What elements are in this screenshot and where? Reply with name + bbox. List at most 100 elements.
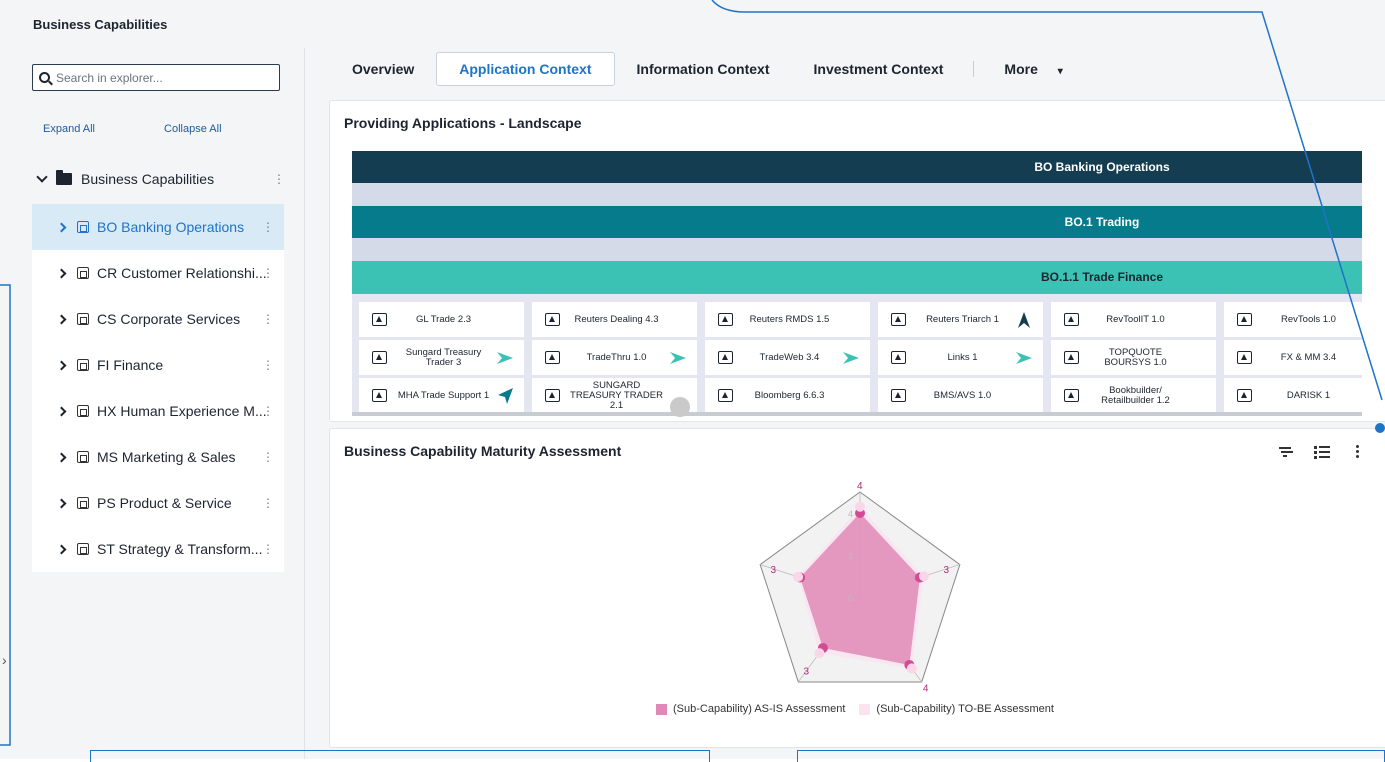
radar-scale-tick: 2: [848, 551, 853, 561]
application-icon: [718, 313, 733, 326]
more-options-icon[interactable]: ⋮: [262, 404, 274, 418]
application-icon: [1237, 389, 1252, 402]
collapse-all-link[interactable]: Collapse All: [164, 123, 221, 135]
scroll-handle[interactable]: [670, 397, 690, 417]
chevron-right-icon[interactable]: [56, 498, 67, 508]
application-tile[interactable]: Reuters Dealing 4.3: [532, 302, 697, 337]
tree-item[interactable]: MS Marketing & Sales ⋮: [32, 434, 284, 480]
application-tile[interactable]: TradeWeb 3.4: [705, 340, 870, 375]
more-options-icon[interactable]: ⋮: [262, 542, 274, 556]
capability-band-level1[interactable]: BO Banking Operations: [352, 151, 1362, 183]
landscape-title: Providing Applications - Landscape: [344, 115, 582, 131]
application-tile[interactable]: Reuters Triarch 1: [878, 302, 1043, 337]
tree-item[interactable]: CS Corporate Services ⋮: [32, 296, 284, 342]
maturity-title: Business Capability Maturity Assessment: [344, 443, 622, 459]
tab-overview[interactable]: Overview: [330, 53, 436, 85]
chevron-down-icon[interactable]: [36, 171, 48, 183]
capability-icon: [77, 221, 89, 233]
legend-swatch-to-be: [859, 703, 871, 715]
capability-icon: [77, 451, 89, 463]
capability-icon: [77, 543, 89, 555]
search-field[interactable]: [32, 64, 280, 91]
tab-investment-context[interactable]: Investment Context: [792, 53, 966, 85]
application-icon: [1237, 351, 1252, 364]
more-options-icon[interactable]: [1350, 445, 1366, 459]
application-tile[interactable]: RevToolIT 1.0: [1051, 302, 1216, 337]
chart-legend: (Sub-Capability) AS-IS Assessment (Sub-C…: [656, 703, 1068, 715]
tree-item[interactable]: FI Finance ⋮: [32, 342, 284, 388]
application-tile[interactable]: TOPQUOTE BOURSYS 1.0: [1051, 340, 1216, 375]
trend-placeholder: [1361, 311, 1362, 329]
more-options-icon[interactable]: ⋮: [262, 358, 274, 372]
tree-item-label: CR Customer Relationshi...: [97, 265, 267, 281]
application-tile[interactable]: RevTools 1.0: [1224, 302, 1362, 337]
application-tile[interactable]: Reuters RMDS 1.5: [705, 302, 870, 337]
more-options-icon[interactable]: ⋮: [262, 450, 274, 464]
application-icon: [891, 351, 906, 364]
application-tile[interactable]: Links 1: [878, 340, 1043, 375]
more-options-icon[interactable]: ⋮: [262, 496, 274, 510]
trend-arrow-icon: [1190, 351, 1204, 364]
tab-more-label: More: [1004, 61, 1038, 77]
application-tile[interactable]: BMS/AVS 1.0: [878, 378, 1043, 413]
tree-item[interactable]: BO Banking Operations ⋮: [32, 204, 284, 250]
chevron-right-icon[interactable]: [56, 268, 67, 278]
application-tile[interactable]: Bloomberg 6.6.3: [705, 378, 870, 413]
tree-item-label: HX Human Experience M...: [97, 403, 267, 419]
tab-application-context[interactable]: Application Context: [436, 52, 615, 86]
more-options-icon[interactable]: ⋮: [262, 266, 274, 280]
trend-arrow-icon: [498, 313, 512, 326]
tree-item[interactable]: ST Strategy & Transform... ⋮: [32, 526, 284, 572]
application-tile[interactable]: Bookbuilder/ Retailbuilder 1.2: [1051, 378, 1216, 413]
application-name: RevTools 1.0: [1281, 313, 1336, 325]
application-name: RevToolIT 1.0: [1106, 313, 1165, 325]
tree-item[interactable]: HX Human Experience M... ⋮: [32, 388, 284, 434]
application-name: Bloomberg 6.6.3: [754, 389, 825, 401]
chevron-right-icon[interactable]: [56, 222, 67, 232]
application-name: Reuters Dealing 4.3: [574, 313, 659, 325]
capability-band-level3-label: BO.1.1 Trade Finance: [1040, 270, 1164, 284]
tree-item-label: FI Finance: [97, 357, 164, 373]
application-tile[interactable]: GL Trade 2.3: [359, 302, 524, 337]
list-icon[interactable]: [1314, 445, 1330, 459]
application-tile[interactable]: TradeThru 1.0: [532, 340, 697, 375]
capability-icon: [77, 267, 89, 279]
application-icon: [1064, 389, 1079, 402]
chevron-right-icon[interactable]: [56, 406, 67, 416]
horizontal-scrollbar[interactable]: [352, 412, 1362, 416]
tree-item[interactable]: CR Customer Relationshi... ⋮: [32, 250, 284, 296]
capability-band-level3[interactable]: BO.1.1 Trade Finance: [352, 261, 1362, 294]
more-options-icon[interactable]: ⋮: [262, 220, 274, 234]
more-options-icon[interactable]: ⋮: [262, 312, 274, 326]
chevron-right-icon[interactable]: [56, 360, 67, 370]
radar-point-label: 3: [944, 565, 950, 576]
expand-all-link[interactable]: Expand All: [43, 123, 95, 135]
application-tile[interactable]: Sungard Treasury Trader 3: [359, 340, 524, 375]
tree-item[interactable]: PS Product & Service ⋮: [32, 480, 284, 526]
search-input[interactable]: [56, 70, 256, 85]
chevron-right-icon[interactable]: [56, 544, 67, 554]
trend-arrow-icon: [497, 351, 513, 364]
filter-icon[interactable]: [1278, 445, 1294, 459]
radar-point: [906, 663, 917, 674]
application-tile[interactable]: FX & MM 3.4: [1224, 340, 1362, 375]
chevron-right-icon[interactable]: [56, 452, 67, 462]
trend-arrow-icon: [1361, 349, 1362, 367]
application-tile[interactable]: MHA Trade Support 1: [359, 378, 524, 413]
chevron-right-icon[interactable]: [56, 314, 67, 324]
radar-scale-tick: 4: [848, 509, 853, 519]
tab-information-context[interactable]: Information Context: [615, 53, 792, 85]
trend-arrow-icon: [844, 389, 858, 402]
tab-more[interactable]: More ▾: [982, 53, 1084, 85]
tree-root-business-capabilities[interactable]: Business Capabilities ⋮: [35, 170, 285, 188]
application-icon: [1064, 313, 1079, 326]
application-tile[interactable]: DARISK 1: [1224, 378, 1362, 413]
trend-arrow-icon: [1190, 389, 1204, 402]
more-options-icon[interactable]: ⋮: [273, 172, 285, 186]
capability-band-level2[interactable]: BO.1 Trading: [352, 206, 1362, 238]
capability-icon: [77, 359, 89, 371]
legend-item-to-be[interactable]: (Sub-Capability) TO-BE Assessment: [859, 703, 1054, 715]
application-icon: [718, 351, 733, 364]
tree-root-label: Business Capabilities: [81, 171, 215, 187]
legend-item-as-is[interactable]: (Sub-Capability) AS-IS Assessment: [656, 703, 845, 715]
